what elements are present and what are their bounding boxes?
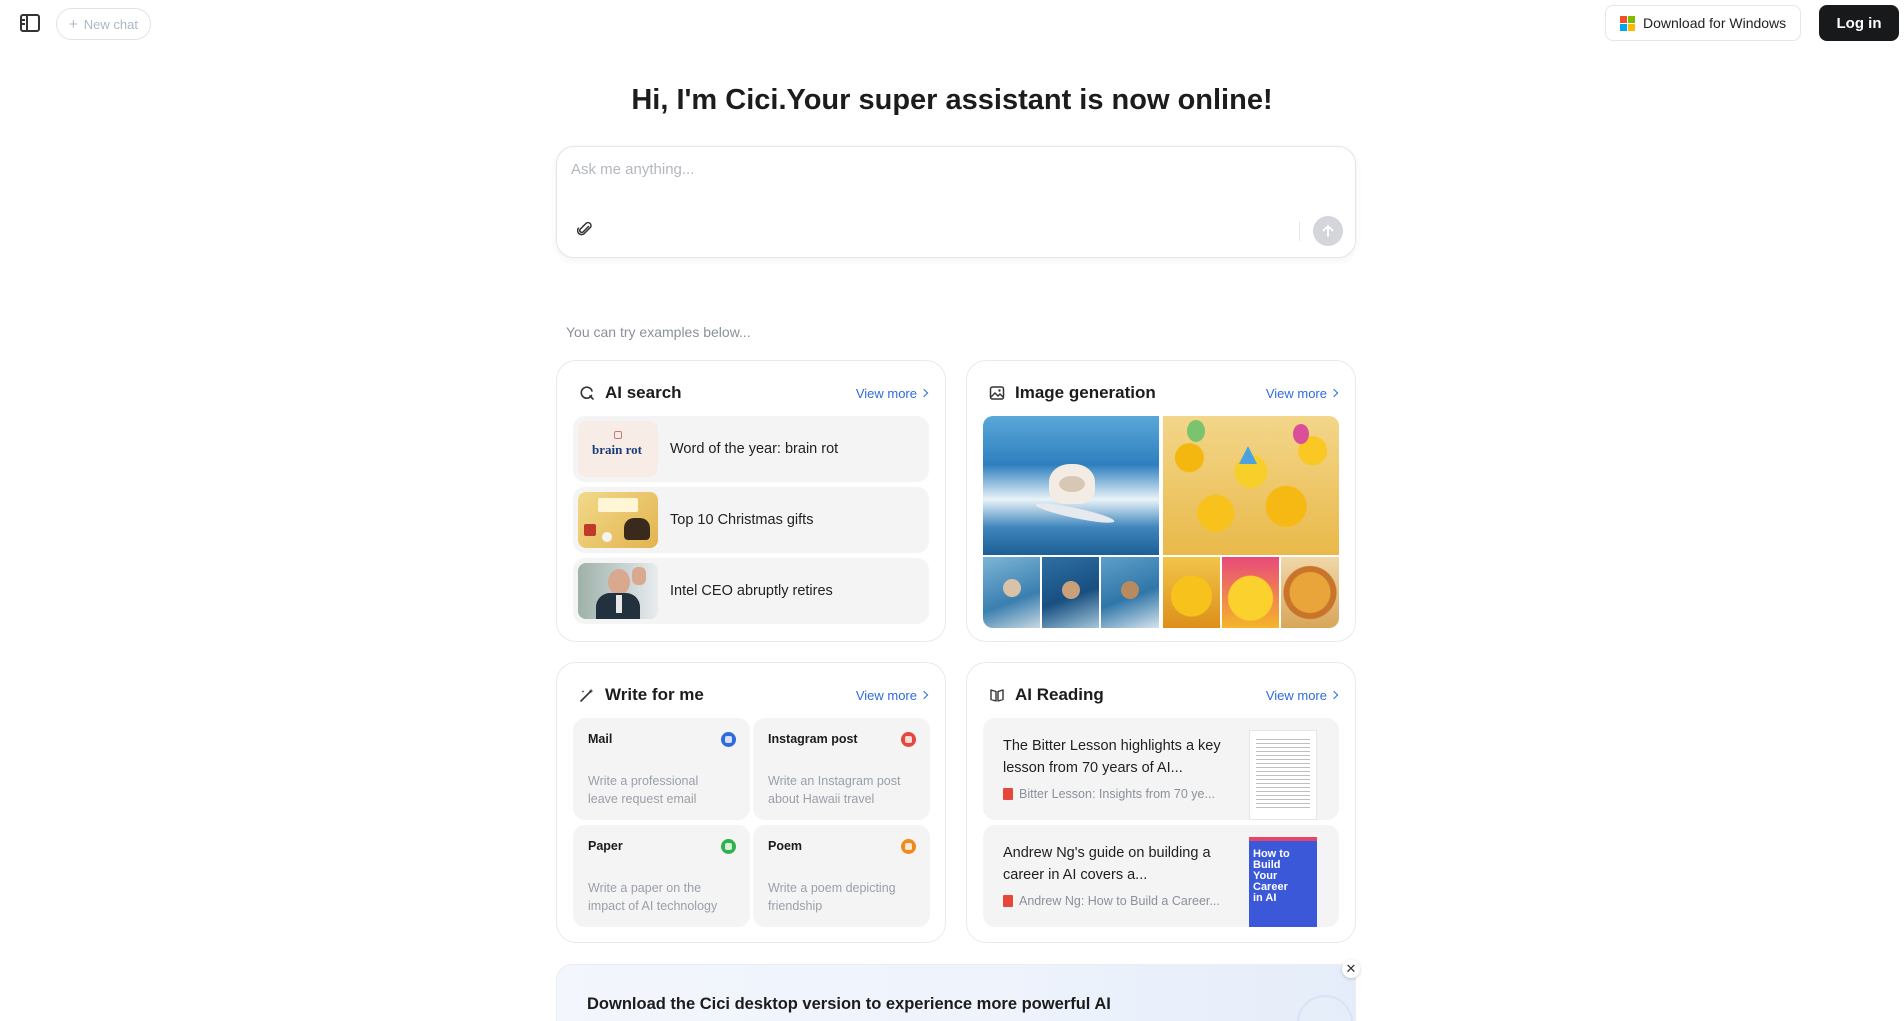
windows-logo-icon	[1620, 15, 1635, 31]
reading-item-andrew-ng[interactable]: Andrew Ng's guide on building a career i…	[983, 825, 1339, 927]
close-icon[interactable]: ✕	[1342, 960, 1360, 978]
chevron-right-icon	[919, 388, 929, 398]
ai-search-card: AI search View more brain rot Word of th…	[556, 360, 946, 642]
search-item-brain-rot[interactable]: brain rot Word of the year: brain rot	[573, 416, 929, 482]
book-open-icon	[990, 689, 1004, 702]
write-tile-title: Paper	[588, 839, 623, 853]
send-button[interactable]	[1313, 216, 1343, 246]
christmas-gifts-thumbnail	[578, 492, 658, 548]
chevron-right-icon	[1329, 690, 1339, 700]
party-ducks-image-thumb-1[interactable]	[1163, 557, 1220, 628]
andrew-ng-book-cover-thumbnail: How to Build Your Career in AI	[1249, 837, 1317, 927]
search-item-label: Intel CEO abruptly retires	[670, 583, 833, 599]
chat-input[interactable]: Ask me anything...	[571, 161, 694, 178]
surfing-dog-image-thumb-1[interactable]	[983, 557, 1040, 628]
page-title: Hi, I'm Cici.Your super assistant is now…	[631, 84, 1273, 116]
surfing-dog-image-thumb-3[interactable]	[1101, 557, 1159, 628]
arrow-up-icon	[1322, 225, 1334, 237]
instagram-icon	[901, 732, 916, 747]
ai-search-view-more-link[interactable]: View more	[855, 385, 929, 401]
write-tile-paper[interactable]: Paper Write a paper on the impact of AI …	[573, 825, 750, 927]
write-tile-title: Instagram post	[768, 732, 858, 746]
ai-reading-view-more-link[interactable]: View more	[1265, 687, 1339, 703]
write-for-me-view-more-link[interactable]: View more	[855, 687, 929, 703]
reading-item-text: The Bitter Lesson highlights a key lesso…	[1003, 738, 1221, 776]
write-for-me-card: Write for me View more Mail Write a prof…	[556, 662, 946, 943]
view-more-label: View more	[855, 687, 917, 703]
write-tile-poem[interactable]: Poem Write a poem depicting friendship	[753, 825, 930, 927]
ai-search-title: AI search	[605, 383, 682, 402]
plus-icon: +	[69, 15, 78, 33]
bitter-lesson-document-thumbnail	[1249, 730, 1317, 820]
ai-reading-title: AI Reading	[1015, 685, 1104, 704]
view-more-label: View more	[855, 385, 917, 401]
party-ducks-image-thumb-3[interactable]	[1281, 557, 1339, 628]
chevron-right-icon	[919, 690, 929, 700]
party-ducks-image-thumb-2[interactable]	[1222, 557, 1279, 628]
ai-reading-card: AI Reading View more The Bitter Lesson h…	[966, 662, 1356, 943]
search-refresh-icon	[580, 386, 594, 400]
poem-icon	[901, 839, 916, 854]
new-chat-button[interactable]: + New chat	[56, 8, 151, 40]
image-generation-card: Image generation View more	[966, 360, 1356, 642]
chat-input-box[interactable]: Ask me anything...	[556, 146, 1356, 258]
brain-rot-thumbnail: brain rot	[578, 421, 658, 477]
search-item-christmas-gifts[interactable]: Top 10 Christmas gifts	[573, 487, 929, 553]
play-decoration-icon	[1297, 995, 1353, 1021]
write-tile-desc: Write a paper on the impact of AI techno…	[588, 881, 718, 913]
reading-source-label: Bitter Lesson: Insights from 70 ye...	[1019, 787, 1215, 801]
input-divider	[1299, 221, 1300, 241]
new-chat-label: New chat	[83, 16, 138, 32]
image-icon	[989, 386, 1005, 400]
write-tile-desc: Write a poem depicting friendship	[768, 881, 896, 913]
search-item-intel-ceo[interactable]: Intel CEO abruptly retires	[573, 558, 929, 624]
pdf-icon	[1003, 788, 1013, 800]
sidebar-toggle-icon[interactable]	[20, 14, 40, 32]
write-tile-title: Poem	[768, 839, 803, 853]
paperclip-icon[interactable]	[577, 221, 593, 237]
write-tile-desc: Write an Instagram post about Hawaii tra…	[768, 774, 901, 806]
desktop-download-banner[interactable]: Download the Cici desktop version to exp…	[556, 964, 1356, 1021]
banner-text: Download the Cici desktop version to exp…	[587, 995, 1111, 1021]
reading-item-text: Andrew Ng's guide on building a career i…	[1003, 845, 1211, 883]
write-tile-desc: Write a professional leave request email	[588, 774, 699, 806]
view-more-label: View more	[1265, 385, 1327, 401]
write-tile-instagram-post[interactable]: Instagram post Write an Instagram post a…	[753, 718, 930, 820]
surfing-dog-image-main[interactable]	[983, 416, 1159, 555]
view-more-label: View more	[1265, 687, 1327, 703]
search-item-label: Top 10 Christmas gifts	[670, 512, 814, 528]
download-windows-label: Download for Windows	[1643, 15, 1787, 31]
write-tile-mail[interactable]: Mail Write a professional leave request …	[573, 718, 750, 820]
surfing-dog-image-thumb-2[interactable]	[1042, 557, 1099, 628]
party-ducks-image-main[interactable]	[1163, 416, 1339, 555]
mail-icon	[721, 732, 736, 747]
generated-images-grid	[983, 416, 1339, 628]
search-item-label: Word of the year: brain rot	[670, 441, 839, 457]
reading-source-label: Andrew Ng: How to Build a Career...	[1019, 894, 1220, 908]
book-cover-title: How to Build Your Career in AI	[1253, 848, 1290, 904]
examples-hint: You can try examples below...	[566, 324, 751, 340]
reading-item-source: Andrew Ng: How to Build a Career...	[1003, 894, 1223, 908]
image-generation-view-more-link[interactable]: View more	[1265, 385, 1339, 401]
pdf-icon	[1003, 895, 1013, 907]
intel-ceo-thumbnail	[578, 563, 658, 619]
image-generation-title: Image generation	[1015, 383, 1156, 402]
reading-item-source: Bitter Lesson: Insights from 70 ye...	[1003, 787, 1223, 801]
paper-pen-icon	[721, 839, 736, 854]
login-button[interactable]: Log in	[1819, 5, 1899, 41]
write-tile-title: Mail	[588, 732, 613, 746]
download-windows-button[interactable]: Download for Windows	[1605, 5, 1802, 41]
chevron-right-icon	[1329, 388, 1339, 398]
magic-pen-icon	[580, 688, 594, 702]
write-for-me-title: Write for me	[605, 685, 704, 704]
reading-item-bitter-lesson[interactable]: The Bitter Lesson highlights a key lesso…	[983, 718, 1339, 820]
brain-rot-thumb-text: brain rot	[592, 442, 642, 457]
